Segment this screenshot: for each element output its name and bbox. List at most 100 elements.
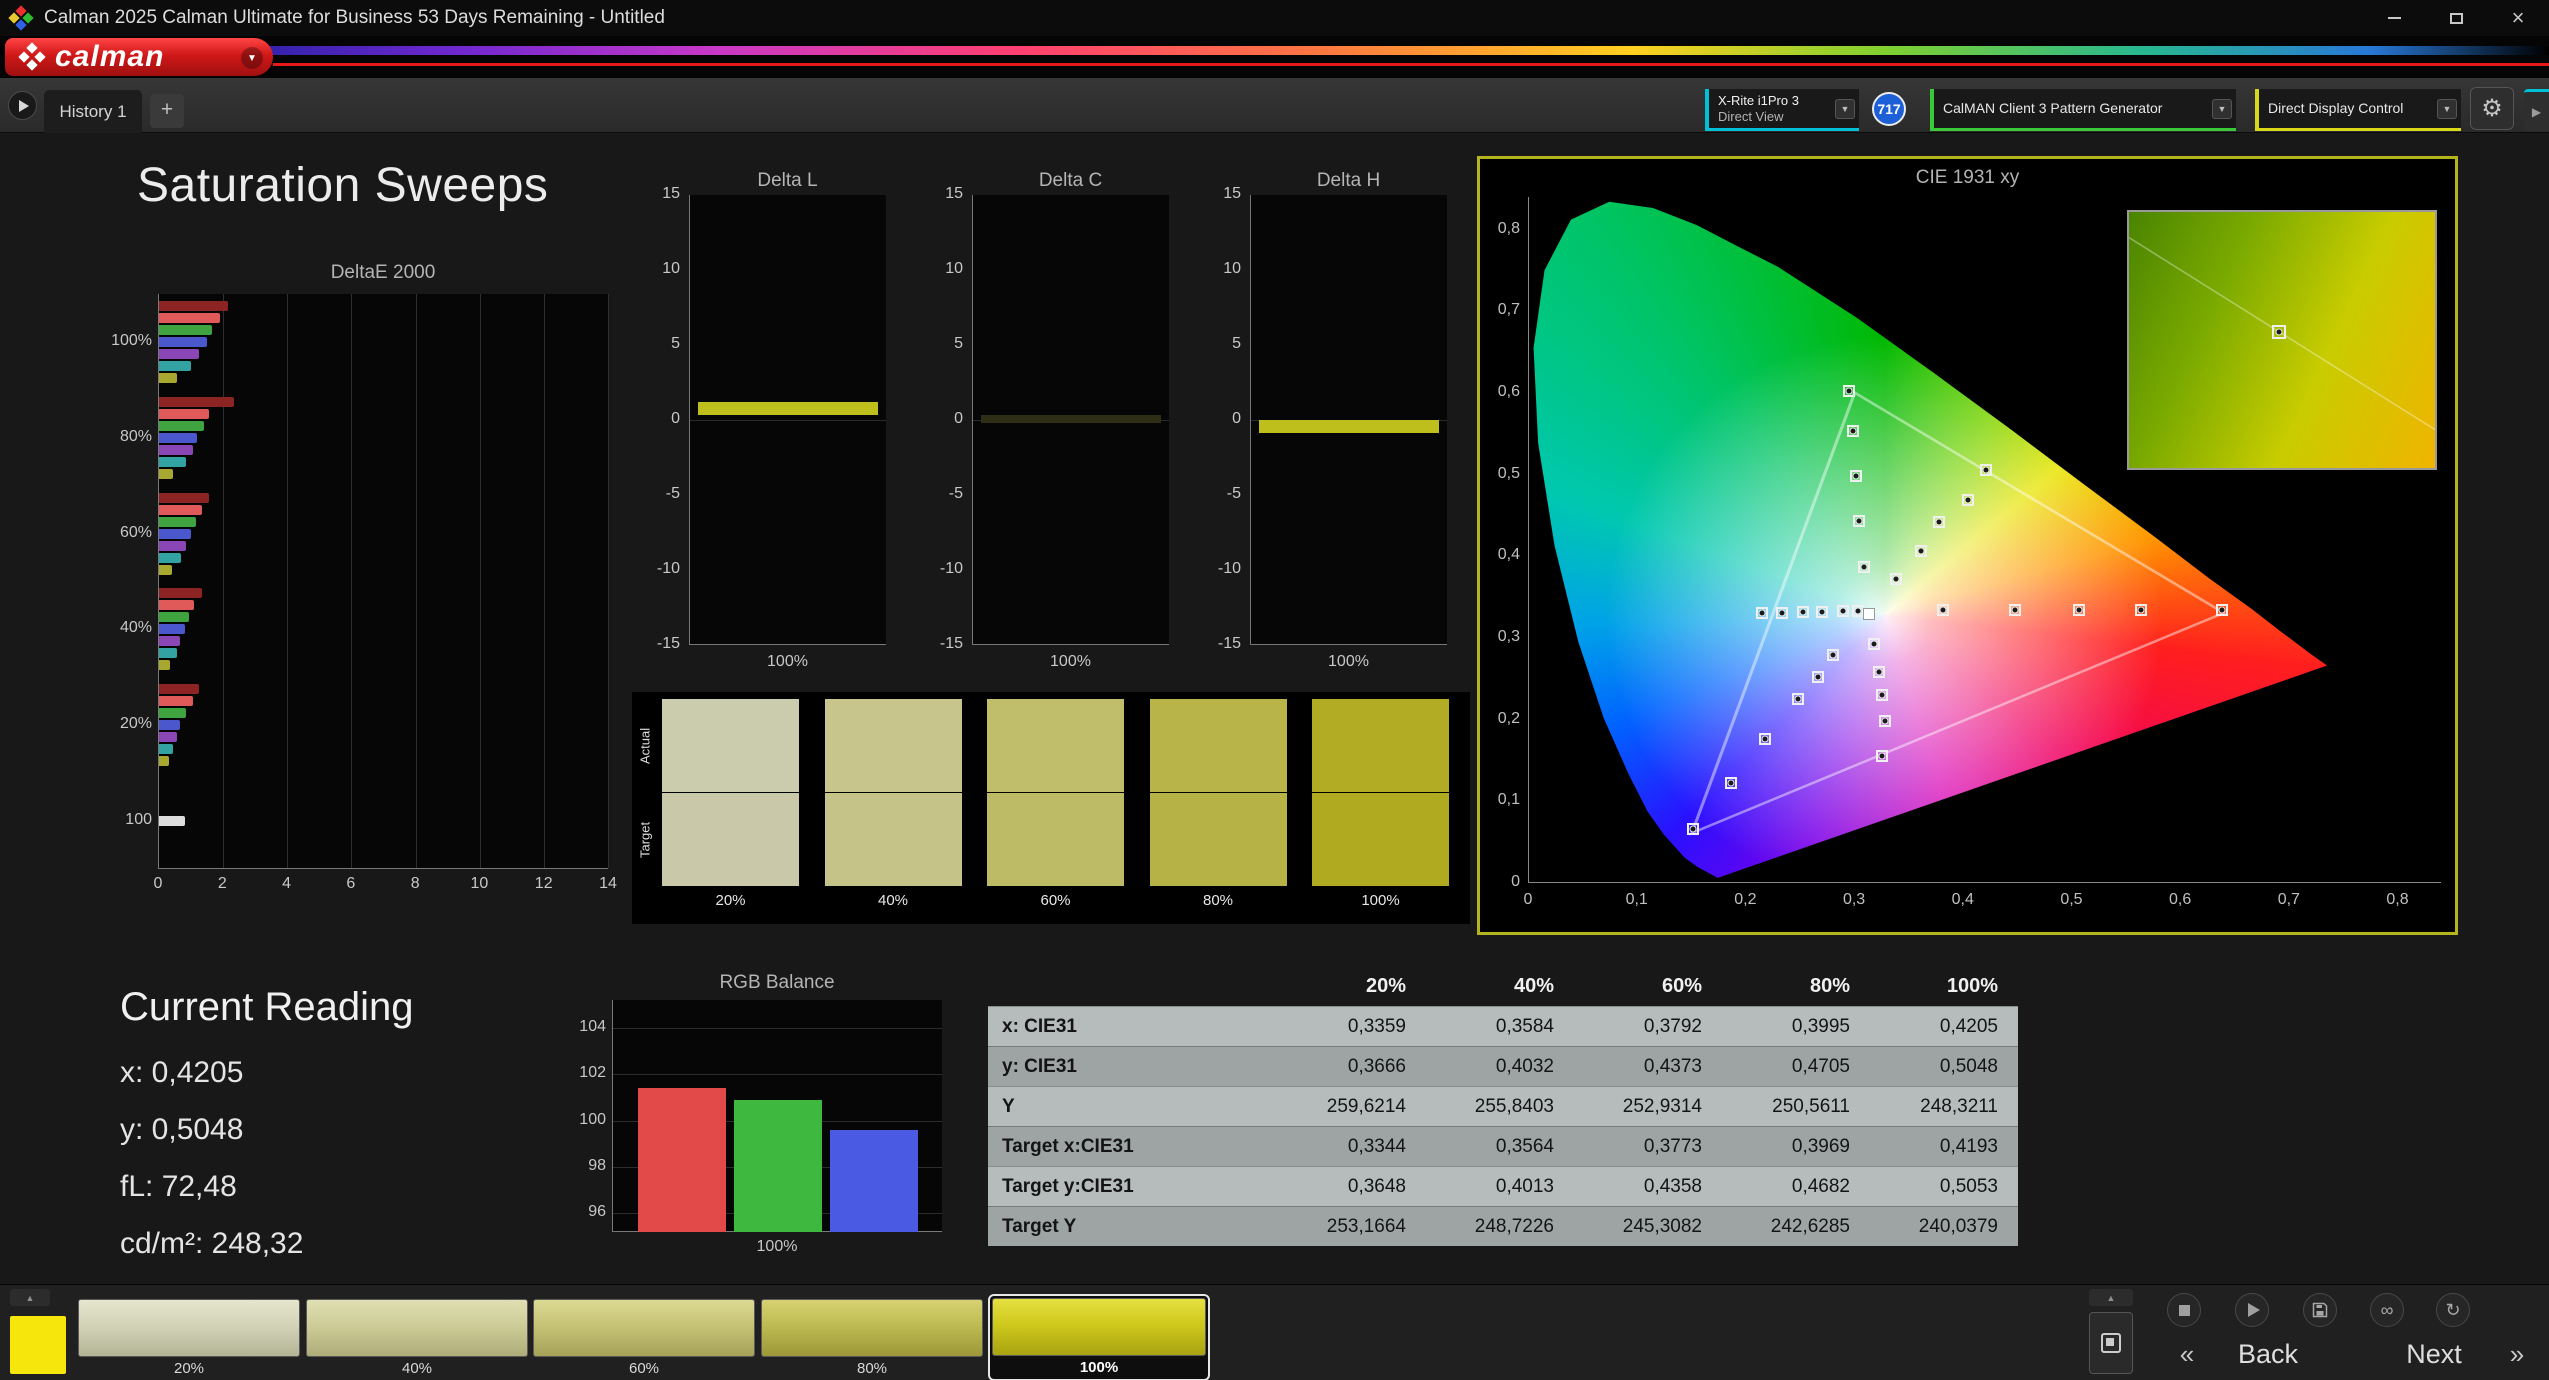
cie-y-tick-label: 0,8 [1497,219,1520,237]
delta-y-tick-label: 10 [1223,260,1241,277]
thumb-color-block [306,1299,528,1357]
chevron-down-icon[interactable]: ▼ [2437,99,2457,119]
deltae-group-label: 60% [119,523,152,541]
table-cell: 0,3995 [1791,1016,1850,1037]
next-page-chevron[interactable]: » [2500,1333,2534,1375]
save-button[interactable] [2303,1293,2337,1327]
delta-y-tick-label: -10 [1217,560,1241,577]
cie-measured-marker [2075,606,2083,614]
delta-y-tick-label: -10 [656,560,680,577]
pattern-thumb-20%[interactable]: 20% [78,1299,300,1380]
table-cell: 0,3359 [1347,1016,1406,1037]
cie-1931-panel: CIE 1931 xy 0 0,1 0,2 0,3 0,4 0,5 0,6 0,7 0,8 00… [1477,156,2458,935]
actual-swatch [824,699,962,792]
deltae-bar [159,348,200,359]
meter-dropdown[interactable]: X-Rite i1Pro 3 Direct View ▼ [1705,89,1859,131]
tab-history-1[interactable]: History 1 [44,90,142,133]
maximize-button[interactable] [2425,0,2487,36]
table-cell: 0,4205 [1939,1016,1998,1037]
deltae-group-label: 20% [119,715,152,733]
table-cell: 0,5053 [1939,1176,1998,1197]
deltae-x-tick-label: 0 [153,875,163,892]
cie-measured-marker [1794,695,1802,703]
collapse-left-button[interactable]: ▲ [10,1289,50,1306]
rainbow-strip [0,46,2549,55]
cie-measured-marker [1852,472,1860,480]
deltae-bar [159,564,172,575]
rgb-y-tick-label: 104 [579,1017,606,1035]
table-cell: 0,4032 [1495,1056,1554,1077]
actual-swatch [1149,699,1287,792]
table-cell: 0,3773 [1643,1136,1702,1157]
continuous-read-button[interactable]: ∞ [2370,1293,2404,1327]
cie-measured-marker [1875,668,1883,676]
deltae-x-tick-label: 10 [470,875,489,892]
refresh-icon: ↻ [2445,1299,2461,1320]
delta-y-tick-label: -5 [665,485,680,502]
delta-y-tick-label: 5 [671,335,680,352]
delta-c-x-label: 100% [1050,653,1091,670]
pattern-generator-dropdown[interactable]: CalMAN Client 3 Pattern Generator ▼ [1930,89,2236,131]
delta-y-tick-label: 15 [662,185,680,202]
delta-y-tick-label: 0 [1232,410,1241,427]
play-button[interactable] [2235,1293,2269,1327]
patch-preview [10,1316,66,1374]
back-button[interactable]: Back [2206,1333,2330,1375]
deltae-x-tick-label: 8 [410,875,420,892]
table-cell: 245,3082 [1622,1216,1702,1237]
close-button[interactable]: × [2487,0,2549,36]
chevron-up-icon: ▲ [2106,1292,2116,1303]
prev-page-chevron[interactable]: « [2170,1333,2204,1375]
pattern-thumb-80%[interactable]: 80% [761,1299,983,1380]
pattern-thumb-40%[interactable]: 40% [306,1299,528,1380]
minimize-icon [2387,17,2401,19]
cie-measured-marker [1892,575,1900,583]
refresh-button[interactable]: ↻ [2436,1293,2470,1327]
chevron-down-icon[interactable]: ▼ [1835,99,1855,119]
collapse-right-button[interactable]: ▲ [2089,1289,2133,1306]
deltae-x-tick-label: 2 [217,875,227,892]
thumb-label: 100% [1079,1359,1119,1376]
settings-button[interactable]: ⚙ [2470,87,2514,130]
table-cell: 0,4358 [1643,1176,1702,1197]
add-tab-button[interactable]: + [150,94,184,128]
display-control-dropdown[interactable]: Direct Display Control ▼ [2255,89,2461,131]
calman-menu-button[interactable]: calman ▼ [5,38,273,76]
target-swatch [1312,793,1449,886]
cie-x-tick-label: 0,6 [2169,891,2192,908]
cie-x-tick-label: 0,7 [2277,891,2300,908]
table-header-cell: 60% [1661,975,1702,997]
rgb-bar-red [638,1088,726,1232]
chevron-down-icon[interactable]: ▼ [2212,99,2232,119]
minimize-button[interactable] [2363,0,2425,36]
cie-x-tick-label: 0,2 [1734,891,1757,908]
table-header-cell: 80% [1809,975,1850,997]
cie-measured-marker [1982,466,1990,474]
deltae-gridline [608,294,609,868]
cie-measured-marker [1878,691,1886,699]
cie-measured-marker [2137,606,2145,614]
next-button[interactable]: Next [2372,1333,2496,1375]
pattern-generator-label: CalMAN Client 3 Pattern Generator [1943,100,2163,116]
delta-c-plot [972,195,1169,645]
table-cell: 240,0379 [1918,1216,1998,1237]
deltae-bar [159,492,209,503]
infinity-icon: ∞ [2380,1299,2394,1320]
run-button[interactable] [8,91,37,120]
thumb-color-block [533,1299,755,1357]
maximize-icon [2449,12,2463,24]
table-cell: 248,7226 [1474,1216,1554,1237]
pattern-thumb-60%[interactable]: 60% [533,1299,755,1380]
table-cell: 259,6214 [1326,1096,1406,1117]
pattern-thumb-100%[interactable]: 100% [988,1294,1210,1380]
swatch-label: 20% [715,892,746,909]
page-title: Saturation Sweeps [137,159,549,212]
table-cell: 0,3564 [1495,1136,1554,1157]
deltae-bar [159,660,171,671]
stop-button[interactable] [2167,1293,2201,1327]
pattern-window-button[interactable] [2089,1312,2133,1374]
table-cell: 0,3792 [1643,1016,1702,1037]
delta-y-tick-label: -10 [939,560,963,577]
side-panel-toggle[interactable]: ▶ [2524,89,2549,131]
swatch-panel: Actual Target 20% 40% 60% 80% 100% [632,692,1470,924]
